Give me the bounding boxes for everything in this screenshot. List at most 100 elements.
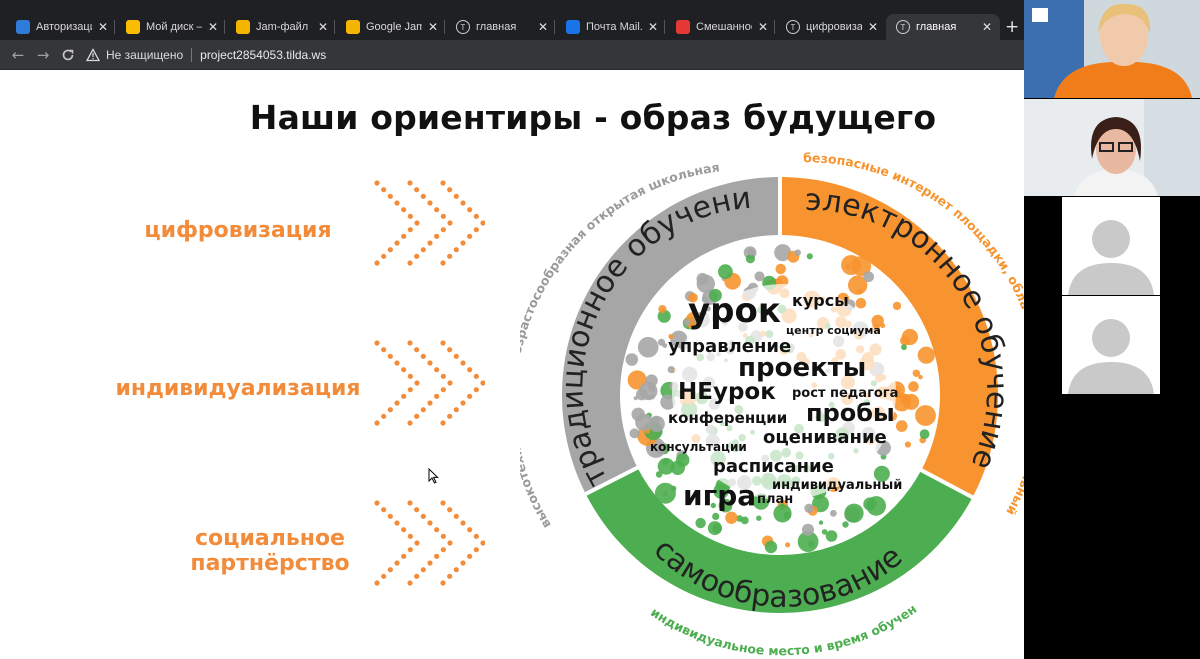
tab-1[interactable]: Авторизация ✕ [6,14,116,40]
tab-2[interactable]: Мой диск – Go ✕ [116,14,226,40]
chevron-dot [414,253,420,259]
page-content: Наши ориентиры - образ будущего цифровиз… [0,70,1024,659]
security-status[interactable]: Не защищено [106,48,183,62]
chevron-dot [427,560,433,566]
chevron-dot [394,360,400,366]
tab-5[interactable]: Tглавная ✕ [446,14,556,40]
chevron-dot [407,547,413,553]
close-icon[interactable]: ✕ [866,20,880,34]
new-tab-button[interactable]: + [1005,17,1019,37]
tab-bar: Авторизация✕Мой диск – Go✕Jam-файл без✕G… [0,0,1024,40]
youtube-icon [676,20,690,34]
chevron-dot [447,220,453,226]
chevron-dot [374,340,380,346]
participant-video-3[interactable] [1062,197,1160,295]
url-text[interactable]: project2854053.tilda.ws [200,48,326,62]
future-image-diagram: урок курсыцентр социумауправлениепроектыН… [520,150,1024,658]
chevron-dot [473,547,479,553]
tab-title: главная [476,21,517,33]
chevron-dot [420,353,426,359]
chevron-dot [374,580,380,586]
chevron-dot [414,187,420,193]
chevron-dot [447,253,453,259]
tab-separator [554,20,555,34]
chevron-dot [394,200,400,206]
participant-video-4[interactable] [1062,296,1160,394]
tab-title: Google Jambo [366,21,422,33]
decor-dot [747,248,755,256]
chevron-dot [460,360,466,366]
chevron-dot [407,580,413,586]
tab-7[interactable]: Смешанное о ✕ [666,14,776,40]
tab-separator [334,20,335,34]
chevron-dot [414,540,420,546]
decor-dot [818,520,824,525]
warning-icon[interactable] [86,48,100,62]
tilda-icon: T [456,20,470,34]
chevron-dot [420,193,426,199]
close-icon[interactable]: ✕ [536,20,550,34]
chevron-dot [467,393,473,399]
word-cloud-item: консультации [650,440,747,454]
word-cloud-item: оценивание [763,427,887,448]
chevron-dot [387,193,393,199]
tab-9[interactable]: Tглавная ✕ [886,14,1000,40]
chevron-dot [407,340,413,346]
chevron-dot [453,247,459,253]
close-icon[interactable]: ✕ [426,20,440,34]
participant-video-2[interactable] [1024,99,1200,196]
chevron-dot [447,413,453,419]
chevron-dot [414,413,420,419]
decor-dot [645,374,658,387]
chevron-dot [394,560,400,566]
tab-8[interactable]: Tцифровизаци ✕ [776,14,886,40]
decor-dot [794,249,801,256]
participant-video-1[interactable] [1024,0,1200,98]
decor-dot [806,253,813,260]
tab-3[interactable]: Jam-файл без ✕ [226,14,336,40]
close-icon[interactable]: ✕ [96,20,110,34]
tab-title: Смешанное о [696,21,752,33]
tab-4[interactable]: Google Jambo ✕ [336,14,446,40]
decor-dot [775,263,786,275]
chevron-dot [434,367,440,373]
chevron-dot [401,233,407,239]
decor-dot [785,542,791,548]
chevron-dot [381,573,387,579]
chevron-dot [434,207,440,213]
decor-dot [901,344,907,351]
close-icon[interactable]: ✕ [756,20,770,34]
forward-icon[interactable]: → [33,45,53,65]
decor-dot [740,516,749,525]
tab-separator [444,20,445,34]
close-icon[interactable]: ✕ [316,20,330,34]
chevron-dot [440,387,446,393]
chevron-dot [381,413,387,419]
chevron-dot [414,380,420,386]
chevron-dot [447,540,453,546]
decor-dot [718,264,733,280]
chevron-dot [374,180,380,186]
chevron-dot [387,567,393,573]
close-icon[interactable]: ✕ [646,20,660,34]
jamboard-icon [236,20,250,34]
decor-dot [863,271,874,283]
tab-6[interactable]: Почта Mail.ru ✕ [556,14,666,40]
reload-icon[interactable] [58,45,78,65]
decor-dot [821,529,828,535]
decor-dot [912,369,920,377]
chevron-dot [460,560,466,566]
word-cloud-item: НЕурок [678,379,776,405]
chevron-dot [420,247,426,253]
address-bar[interactable]: Не защищено project2854053.tilda.ws [86,44,1016,66]
close-icon[interactable]: ✕ [980,20,994,34]
chevron-dot [401,367,407,373]
decor-dot [880,323,886,329]
chevron-dot [427,400,433,406]
back-icon[interactable]: ← [8,45,28,65]
close-icon[interactable]: ✕ [206,20,220,34]
decor-dot [654,482,676,504]
chevron-dot [453,407,459,413]
chevron-dot [440,420,446,426]
chevron-dot [401,553,407,559]
